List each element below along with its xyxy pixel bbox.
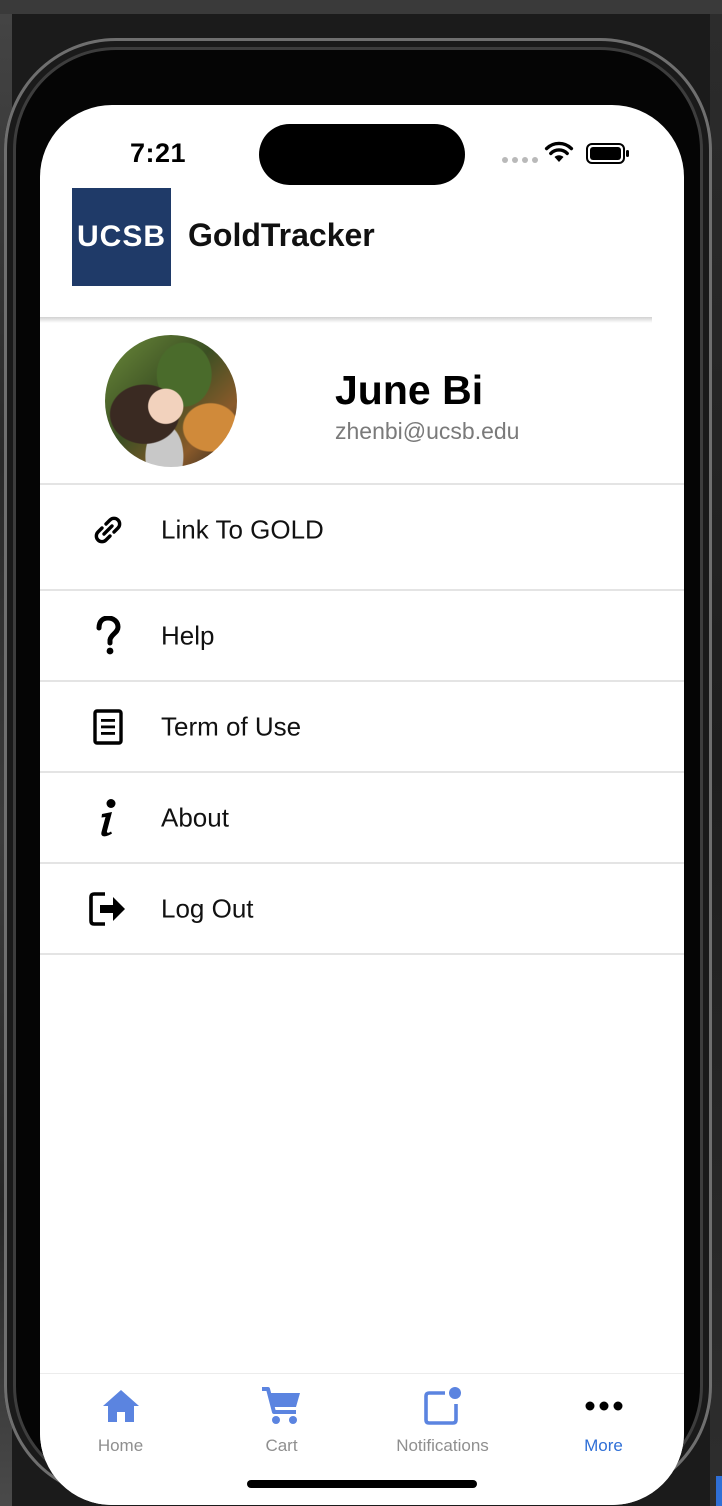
wifi-icon bbox=[544, 141, 574, 162]
tab-label: Home bbox=[97, 1436, 144, 1455]
background-blue-corner bbox=[716, 1476, 722, 1506]
menu-item-term-of-use[interactable]: Term of Use bbox=[40, 682, 684, 771]
app-title: GoldTracker bbox=[188, 217, 375, 253]
tab-cart[interactable]: Cart bbox=[201, 1374, 362, 1474]
dynamic-island bbox=[259, 124, 465, 185]
logo-text: UCSB bbox=[76, 220, 166, 253]
tab-notifications[interactable]: Notifications bbox=[362, 1374, 523, 1474]
ucsb-logo: UCSB bbox=[72, 188, 171, 286]
header-shadow bbox=[40, 317, 652, 323]
tab-label: More bbox=[584, 1436, 623, 1455]
avatar bbox=[105, 335, 237, 467]
home-icon bbox=[99, 1386, 143, 1426]
menu-item-label: Log Out bbox=[161, 893, 254, 923]
divider bbox=[40, 953, 684, 955]
notifications-icon bbox=[421, 1386, 465, 1426]
menu-item-label: About bbox=[161, 802, 229, 832]
menu-item-label: Help bbox=[161, 620, 215, 650]
tab-more[interactable]: More bbox=[523, 1374, 684, 1474]
phone-screen: 7:21 UCSB GoldTracker June Bi zhenbi@ucs… bbox=[40, 105, 684, 1505]
more-icon bbox=[582, 1386, 626, 1426]
menu-item-about[interactable]: About bbox=[40, 773, 684, 862]
info-icon bbox=[88, 798, 128, 838]
tab-label: Cart bbox=[265, 1436, 298, 1455]
menu-item-label: Link To GOLD bbox=[161, 514, 324, 544]
tab-label: Notifications bbox=[396, 1436, 489, 1455]
status-time: 7:21 bbox=[130, 138, 187, 168]
document-icon bbox=[88, 707, 128, 747]
link-icon bbox=[88, 510, 128, 550]
user-email: zhenbi@ucsb.edu bbox=[335, 418, 520, 444]
menu-item-label: Term of Use bbox=[161, 711, 302, 741]
tab-home[interactable]: Home bbox=[40, 1374, 201, 1474]
battery-icon bbox=[586, 143, 629, 164]
menu-item-help[interactable]: Help bbox=[40, 591, 684, 680]
cellular-signal-icon bbox=[502, 157, 538, 163]
phone-frame: 7:21 UCSB GoldTracker June Bi zhenbi@ucs… bbox=[4, 38, 712, 1505]
user-name: June Bi bbox=[335, 367, 484, 413]
logout-icon bbox=[88, 889, 128, 929]
cart-icon bbox=[260, 1386, 304, 1426]
question-mark-icon bbox=[88, 615, 128, 656]
menu-item-link-to-gold[interactable]: Link To GOLD bbox=[40, 485, 684, 574]
background-top-strip bbox=[0, 0, 722, 14]
menu-item-log-out[interactable]: Log Out bbox=[40, 864, 684, 953]
home-indicator[interactable] bbox=[247, 1480, 477, 1488]
